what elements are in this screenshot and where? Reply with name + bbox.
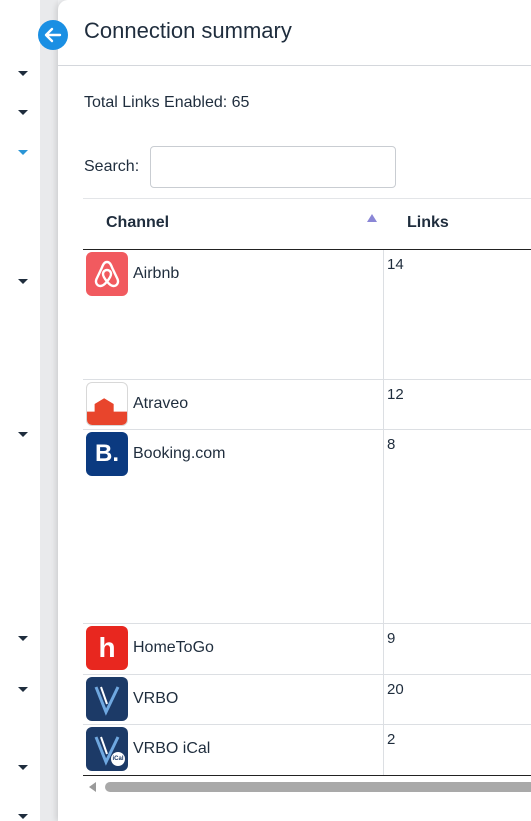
airbnb-logo-icon (86, 252, 128, 296)
sort-ascending-icon[interactable] (367, 214, 377, 222)
hometogo-logo-letter: h (98, 632, 116, 663)
channel-name: Booking.com (133, 445, 226, 462)
channel-name: VRBO iCal (133, 740, 211, 757)
column-header-channel[interactable]: Channel (106, 214, 169, 232)
horizontal-scrollbar[interactable] (85, 779, 531, 795)
table-row: iCal VRBO iCal 2 (83, 725, 531, 776)
vrbo-ical-logo-icon: iCal (86, 727, 128, 771)
connection-summary-panel: Connection summary Total Links Enabled: … (58, 0, 531, 821)
links-count: 9 (387, 630, 396, 647)
channel-cell: B. Booking.com (83, 430, 384, 623)
channel-cell: iCal VRBO iCal (83, 725, 384, 775)
booking-logo-letter: B. (95, 440, 119, 467)
left-nav (0, 0, 40, 821)
ical-badge: iCal (111, 752, 125, 766)
links-count: 12 (387, 386, 404, 403)
chevron-down-icon[interactable] (18, 814, 28, 819)
links-count: 20 (387, 681, 404, 698)
table-row: Atraveo 12 (83, 380, 531, 430)
channel-name: Atraveo (133, 395, 189, 412)
links-count: 14 (387, 256, 404, 273)
channel-cell: VRBO (83, 675, 384, 724)
vrbo-logo-icon (86, 677, 128, 721)
chevron-down-icon[interactable] (18, 765, 28, 770)
table-header: Channel Links (83, 198, 531, 250)
channel-name: HomeToGo (133, 639, 214, 656)
booking-logo-icon: B. (86, 432, 128, 476)
table-row: Airbnb 14 (83, 250, 531, 380)
hometogo-logo-icon: h (86, 626, 128, 670)
channel-cell: Airbnb (83, 250, 384, 379)
chevron-down-icon[interactable] (18, 687, 28, 692)
links-count: 8 (387, 436, 396, 453)
channel-cell: Atraveo (83, 380, 384, 429)
connections-table: Channel Links Airbnb 14 Atraveo 12 B. Bo… (83, 198, 531, 776)
channel-cell: h HomeToGo (83, 624, 384, 674)
atraveo-logo-icon (86, 382, 128, 426)
arrow-left-icon (44, 27, 62, 43)
chevron-down-icon[interactable] (18, 279, 28, 284)
chevron-down-icon[interactable] (18, 71, 28, 76)
channel-name: Airbnb (133, 265, 180, 282)
back-button[interactable] (38, 20, 68, 50)
search-label: Search: (84, 158, 140, 175)
chevron-down-icon[interactable] (18, 150, 28, 155)
chevron-down-icon[interactable] (18, 636, 28, 641)
total-links-text: Total Links Enabled: 65 (84, 94, 250, 111)
channel-name: VRBO (133, 690, 179, 707)
links-count: 2 (387, 731, 396, 748)
scrollbar-thumb[interactable] (105, 782, 531, 792)
table-row: h HomeToGo 9 (83, 624, 531, 675)
table-row: VRBO 20 (83, 675, 531, 725)
search-input[interactable] (150, 146, 396, 188)
scroll-left-icon[interactable] (89, 782, 96, 792)
chevron-down-icon[interactable] (18, 432, 28, 437)
overlay-backdrop (40, 0, 58, 821)
page-title: Connection summary (84, 18, 292, 43)
chevron-down-icon[interactable] (18, 110, 28, 115)
table-row: B. Booking.com 8 (83, 430, 531, 624)
divider (58, 65, 531, 66)
column-header-links[interactable]: Links (407, 214, 449, 232)
